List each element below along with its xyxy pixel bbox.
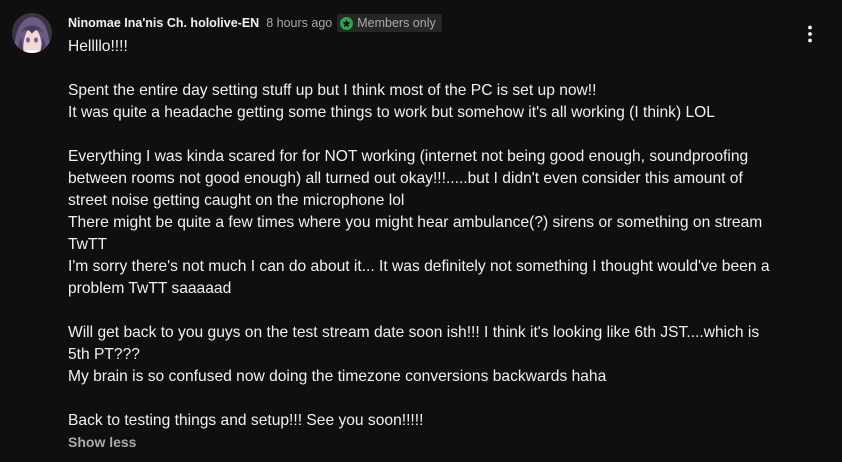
avatar-image bbox=[12, 13, 52, 53]
post-line bbox=[68, 300, 828, 322]
post-line: problem TwTT saaaaad bbox=[68, 280, 232, 297]
badge-label: Members only bbox=[357, 16, 436, 30]
post-line: My brain is so confused now doing the ti… bbox=[68, 368, 607, 385]
show-less-button[interactable]: Show less bbox=[68, 434, 136, 450]
post-header: Ninomae Ina'nis Ch. hololive-EN 8 hours … bbox=[68, 13, 442, 33]
community-post: Ninomae Ina'nis Ch. hololive-EN 8 hours … bbox=[0, 0, 842, 462]
post-line bbox=[68, 388, 828, 410]
post-time[interactable]: 8 hours ago bbox=[266, 16, 332, 30]
post-line bbox=[68, 124, 828, 146]
post-line: street noise getting caught on the micro… bbox=[68, 192, 405, 209]
post-line: I'm sorry there's not much I can do abou… bbox=[68, 258, 770, 275]
members-star-icon bbox=[340, 16, 354, 30]
post-line: It was quite a headache getting some thi… bbox=[68, 104, 715, 121]
post-line: between rooms not good enough) all turne… bbox=[68, 170, 743, 187]
post-line: There might be quite a few times where y… bbox=[68, 214, 763, 231]
author-name[interactable]: Ninomae Ina'nis Ch. hololive-EN bbox=[68, 16, 259, 30]
members-only-badge: Members only bbox=[337, 14, 442, 32]
post-line: Will get back to you guys on the test st… bbox=[68, 324, 760, 341]
post-line bbox=[68, 58, 828, 80]
post-line: 5th PT??? bbox=[68, 346, 140, 363]
channel-avatar[interactable] bbox=[12, 13, 52, 53]
post-line: Hellllo!!!! bbox=[68, 38, 128, 55]
post-line: Spent the entire day setting stuff up bu… bbox=[68, 82, 597, 99]
post-line: Back to testing things and setup!!! See … bbox=[68, 412, 424, 429]
post-line: Everything I was kinda scared for for NO… bbox=[68, 148, 749, 165]
post-body: Hellllo!!!! Spent the entire day setting… bbox=[68, 36, 828, 432]
post-line: TwTT bbox=[68, 236, 107, 253]
